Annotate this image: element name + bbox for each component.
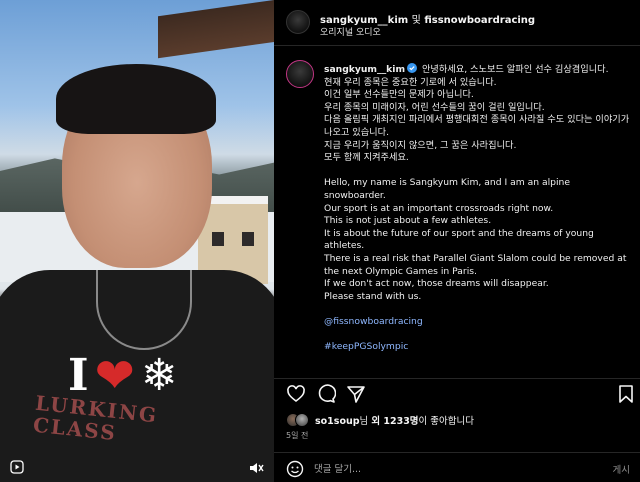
mention-link[interactable]: @fissnowboardracing bbox=[324, 316, 630, 329]
verified-icon bbox=[407, 63, 418, 73]
post-authors: sangkyum__kim 및 fissnowboardracing bbox=[320, 11, 535, 26]
avatar bbox=[295, 413, 309, 427]
likes-suffix: 이 좋아합니다 bbox=[418, 416, 475, 427]
caption-korean-line: 현재 우리 종목은 중요한 기로에 서 있습니다. bbox=[324, 76, 497, 88]
heart-icon[interactable] bbox=[286, 384, 306, 404]
hashtag-link[interactable]: #keepPGSolympic bbox=[324, 341, 630, 354]
bookmark-icon[interactable] bbox=[616, 384, 636, 404]
caption-english-line: If we don't act now, those dreams will d… bbox=[324, 278, 549, 290]
caption-english-line: Hello, my name is Sangkyum Kim, and I am… bbox=[324, 177, 571, 201]
reel-video[interactable]: I ❤ ❄ LURKING CLASS bbox=[0, 0, 274, 482]
likes-count[interactable]: 외 1233명 bbox=[371, 416, 418, 427]
caption-english-line: There is a real risk that Parallel Giant… bbox=[324, 252, 627, 277]
person-hair bbox=[56, 64, 216, 134]
comment-input[interactable] bbox=[314, 459, 574, 479]
reel-icon bbox=[10, 460, 24, 474]
collaborator-username[interactable]: fissnowboardracing bbox=[424, 15, 535, 26]
avatar[interactable] bbox=[286, 60, 314, 88]
post-timestamp[interactable]: 5일 전 bbox=[286, 430, 308, 441]
post-header: sangkyum__kim 및 fissnowboardracing 오리지널 … bbox=[274, 0, 640, 46]
post-comment-button[interactable]: 게시 bbox=[613, 462, 630, 476]
caption-english-line: Please stand with us. bbox=[324, 290, 422, 302]
share-icon[interactable] bbox=[346, 384, 366, 404]
mute-icon[interactable] bbox=[248, 460, 264, 476]
caption-username[interactable]: sangkyum__kim bbox=[324, 64, 405, 75]
post-sidebar: sangkyum__kim 및 fissnowboardracing 오리지널 … bbox=[274, 0, 640, 482]
caption-korean-line: 우리 종목의 미래이자, 어린 선수들의 꿈이 걸린 일입니다. bbox=[324, 101, 545, 113]
i-love-snow-graphic: I ❤ ❄ bbox=[68, 352, 178, 400]
likes-suffix: 님 bbox=[359, 416, 372, 427]
likes-text: so1soup님 외 1233명이 좋아합니다 bbox=[315, 413, 474, 427]
likes-summary[interactable]: so1soup님 외 1233명이 좋아합니다 bbox=[286, 411, 474, 429]
overlay-letter: I bbox=[68, 350, 89, 401]
caption-english-line: This is not just about a few athletes. bbox=[324, 215, 492, 227]
caption-korean-line: 지금 우리가 움직이지 않으면, 그 꿈은 사라집니다. bbox=[324, 139, 517, 151]
audio-label[interactable]: 오리지널 오디오 bbox=[320, 25, 381, 38]
caption-korean-line: 안녕하세요, 스노보드 알파인 선수 김상겸입니다. bbox=[421, 64, 609, 75]
caption-english-line: It is about the future of our sport and … bbox=[324, 227, 594, 252]
comment-bar: 게시 bbox=[274, 452, 640, 482]
author-joiner: 및 bbox=[411, 15, 421, 26]
caption-korean-line: 이건 일부 선수들만의 문제가 아닙니다. bbox=[324, 89, 474, 101]
caption-korean-line: 모두 함께 지켜주세요. bbox=[324, 152, 409, 164]
caption-korean-line: 다음 올림픽 개최지인 파리에서 평행대회전 종목이 사라질 수도 있다는 이야… bbox=[324, 114, 630, 138]
caption-body: sangkyum__kim 안녕하세요, 스노보드 알파인 선수 김상겸입니다.… bbox=[324, 63, 630, 354]
emoji-icon[interactable] bbox=[286, 460, 304, 478]
comment-icon[interactable] bbox=[316, 384, 336, 404]
roof-eave bbox=[158, 0, 274, 59]
caption-english-line: Our sport is at an important crossroads … bbox=[324, 202, 554, 214]
caption: sangkyum__kim 안녕하세요, 스노보드 알파인 선수 김상겸입니다.… bbox=[274, 46, 640, 376]
heart-icon: ❤ bbox=[94, 348, 135, 404]
avatar[interactable] bbox=[286, 10, 310, 34]
liker-username[interactable]: so1soup bbox=[315, 416, 360, 427]
caption-first-line: sangkyum__kim 안녕하세요, 스노보드 알파인 선수 김상겸입니다. bbox=[324, 63, 630, 77]
action-bar bbox=[274, 378, 640, 406]
snowflake-icon: ❄ bbox=[140, 350, 178, 401]
